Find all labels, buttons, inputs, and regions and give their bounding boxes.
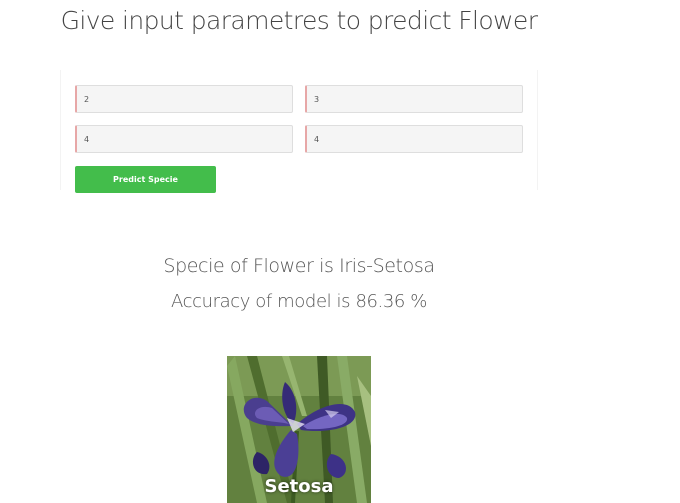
prediction-form: Predict Specie (60, 70, 538, 193)
predict-specie-button[interactable]: Predict Specie (75, 166, 216, 193)
parameter-input-4[interactable] (305, 125, 523, 153)
page-title: Give input parametres to predict Flower (60, 6, 538, 35)
accuracy-result: Accuracy of model is 86.36 % (171, 291, 427, 312)
species-result: Specie of Flower is Iris-Setosa (163, 255, 435, 277)
iris-setosa-image: Setosa (227, 356, 371, 503)
parameter-input-1[interactable] (75, 85, 293, 113)
parameter-input-2[interactable] (305, 85, 523, 113)
flower-image-caption: Setosa (264, 476, 334, 497)
parameter-input-3[interactable] (75, 125, 293, 153)
